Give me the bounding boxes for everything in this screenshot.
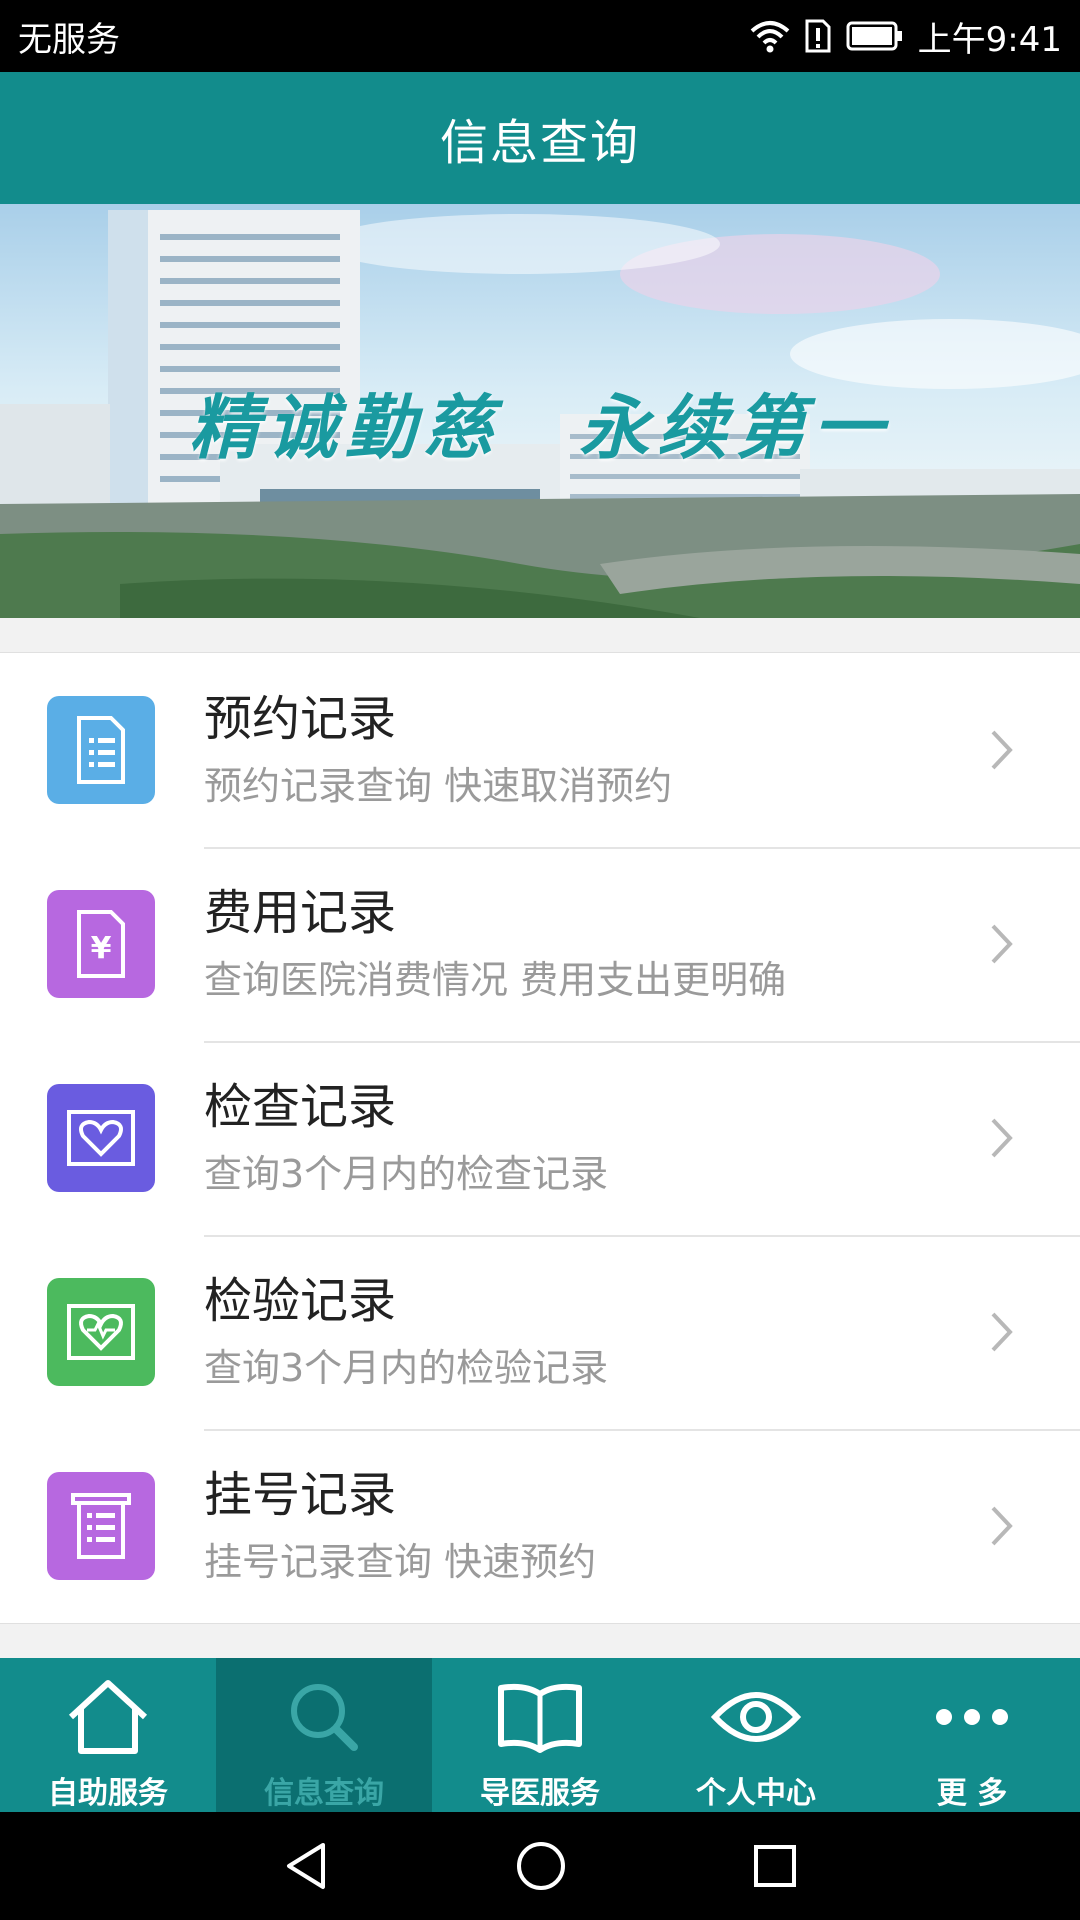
status-bar: 无服务 上午9:41 — [0, 0, 1080, 72]
chevron-right-icon — [972, 1496, 1032, 1556]
list-item-title: 挂号记录 — [204, 1467, 397, 1523]
tab-self-service[interactable]: 自助服务 — [0, 1658, 216, 1812]
yuan-invoice-icon: ¥ — [47, 890, 155, 998]
chevron-right-icon — [972, 1302, 1032, 1362]
tab-info-query[interactable]: 信息查询 — [216, 1658, 432, 1812]
list-item-subtitle: 查询医院消费情况 费用支出更明确 — [204, 958, 787, 1002]
list-item-title: 检验记录 — [204, 1273, 397, 1329]
list-item-title: 检查记录 — [204, 1079, 397, 1135]
tab-label: 更 多 — [936, 1776, 1008, 1811]
list-item-expense-records[interactable]: ¥ 费用记录 查询医院消费情况 费用支出更明确 — [0, 847, 1080, 1041]
header-bar: 信息查询 — [0, 72, 1080, 204]
system-nav-bar — [0, 1812, 1080, 1920]
tab-label: 自助服务 — [48, 1776, 168, 1811]
carrier-label: 无服务 — [18, 19, 120, 60]
banner-slogan: 精诚勤慈 永续第一 — [189, 386, 891, 469]
eye-icon — [710, 1672, 802, 1762]
list-item-subtitle: 查询3个月内的检查记录 — [204, 1152, 609, 1196]
record-list: 预约记录 预约记录查询 快速取消预约 ¥ 费用记录 查询医院消费情况 费用支出更… — [0, 652, 1080, 1624]
back-icon[interactable] — [281, 1839, 331, 1893]
tab-personal-center[interactable]: 个人中心 — [648, 1658, 864, 1812]
list-item-subtitle: 查询3个月内的检验记录 — [204, 1346, 609, 1390]
search-icon — [278, 1672, 370, 1762]
list-item-subtitle: 预约记录查询 快速取消预约 — [204, 764, 673, 808]
chevron-right-icon — [972, 1108, 1032, 1168]
tab-guide-service[interactable]: 导医服务 — [432, 1658, 648, 1812]
heart-lab-icon — [47, 1278, 155, 1386]
open-book-icon — [494, 1672, 586, 1762]
hospital-banner[interactable]: 精诚勤慈 永续第一 — [0, 204, 1080, 618]
list-item-exam-records[interactable]: 检查记录 查询3个月内的检查记录 — [0, 1041, 1080, 1235]
status-icons: 上午9:41 — [750, 12, 1062, 61]
page-title: 信息查询 — [439, 115, 640, 171]
list-item-title: 费用记录 — [204, 885, 397, 941]
svg-text:¥: ¥ — [91, 931, 112, 966]
list-item-subtitle: 挂号记录查询 快速预约 — [204, 1540, 597, 1584]
home-icon — [62, 1672, 154, 1762]
list-item-lab-records[interactable]: 检验记录 查询3个月内的检验记录 — [0, 1235, 1080, 1429]
tab-label: 信息查询 — [264, 1776, 384, 1811]
clock-time: 上午9:41 — [917, 19, 1062, 60]
list-item-title: 预约记录 — [204, 691, 397, 747]
recent-apps-icon[interactable] — [751, 1842, 799, 1890]
battery-icon — [846, 21, 902, 51]
sim-alert-icon — [805, 19, 831, 53]
more-dots-icon — [926, 1672, 1018, 1762]
home-circle-icon[interactable] — [514, 1839, 568, 1893]
chevron-right-icon — [972, 914, 1032, 974]
tab-more[interactable]: 更 多 — [864, 1658, 1080, 1812]
list-item-appointment-records[interactable]: 预约记录 预约记录查询 快速取消预约 — [0, 653, 1080, 847]
bottom-tab-bar: 自助服务 信息查询 导医服务 个人中心 更 多 — [0, 1658, 1080, 1812]
tab-label: 个人中心 — [696, 1776, 816, 1811]
registration-list-icon — [47, 1472, 155, 1580]
tab-label: 导医服务 — [480, 1776, 600, 1811]
chevron-right-icon — [972, 720, 1032, 780]
document-list-icon — [47, 696, 155, 804]
list-item-registration-records[interactable]: 挂号记录 挂号记录查询 快速预约 — [0, 1429, 1080, 1623]
heart-screen-icon — [47, 1084, 155, 1192]
wifi-icon — [750, 21, 789, 53]
